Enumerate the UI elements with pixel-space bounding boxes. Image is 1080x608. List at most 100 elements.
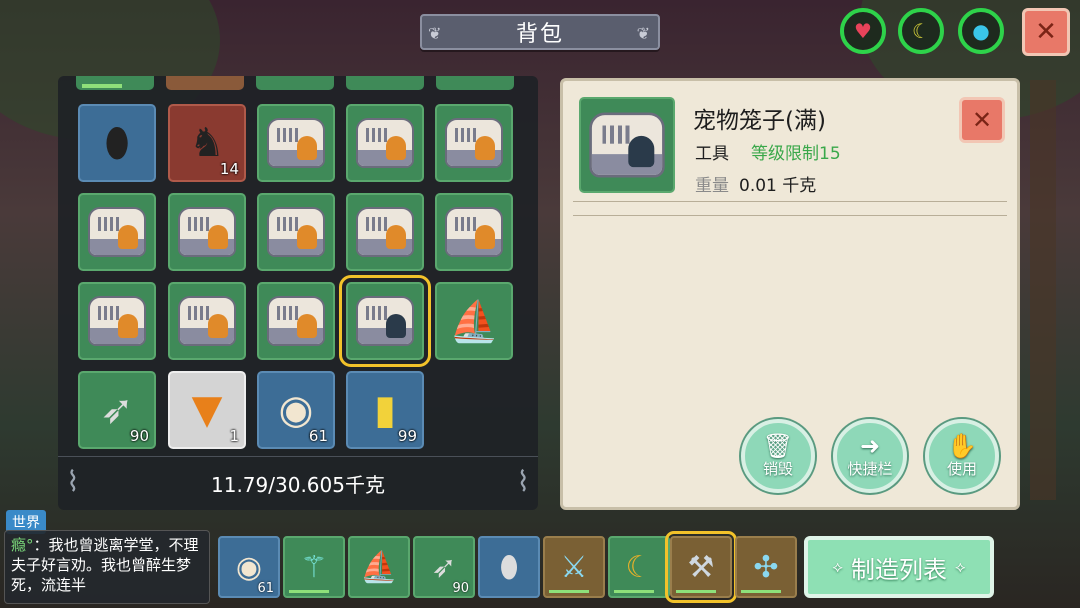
- corner-ornament-icon: ⌇: [66, 465, 80, 498]
- item-type: 工具: [695, 144, 729, 164]
- inventory-slot[interactable]: ♞ 14: [168, 104, 246, 182]
- inventory-slot[interactable]: ◉ 61: [257, 371, 335, 449]
- close-icon: ✕: [971, 106, 993, 134]
- item-count: 14: [219, 160, 239, 178]
- inventory-slot[interactable]: [435, 193, 513, 271]
- inventory-slot[interactable]: ▼ 1: [168, 371, 246, 449]
- crystal-staff-icon: ⚚: [300, 549, 328, 585]
- water-drop-icon: ●: [972, 19, 990, 43]
- chat-message: ：我也曾逃离学堂，不理夫子好言劝。我也曾醉生梦死，流连半: [11, 536, 199, 594]
- close-icon: ✕: [1035, 17, 1057, 47]
- destroy-button[interactable]: 🗑 销毁: [741, 419, 815, 493]
- inventory-slot[interactable]: [346, 193, 424, 271]
- inventory-slot[interactable]: [78, 282, 156, 360]
- inventory-slot[interactable]: [257, 193, 335, 271]
- inventory-slot[interactable]: [256, 76, 334, 90]
- hotbar-button[interactable]: ➜ 快捷栏: [833, 419, 907, 493]
- item-count: 61: [308, 427, 328, 445]
- hotbar-slot[interactable]: ☾: [608, 536, 670, 598]
- pet-food-bag-icon: ▮: [373, 387, 396, 433]
- item-detail-icon: [579, 97, 675, 193]
- item-name: 宠物笼子(满): [693, 108, 826, 134]
- inventory-slot-selected[interactable]: [339, 275, 431, 367]
- inventory-slot[interactable]: [346, 104, 424, 182]
- close-detail-button[interactable]: ✕: [959, 97, 1005, 143]
- scrolled-row-partial: [76, 76, 516, 92]
- inventory-slot[interactable]: [257, 282, 335, 360]
- hotbar-slot[interactable]: ✣: [735, 536, 797, 598]
- pickaxe-icon: ⚒: [687, 549, 715, 585]
- steamed-buns-icon: ◉: [235, 549, 263, 585]
- title-text: 背包: [515, 22, 564, 47]
- pet-cage-icon: [445, 118, 503, 168]
- close-button[interactable]: ✕: [1022, 8, 1070, 56]
- pet-cage-full-icon: [589, 112, 665, 178]
- pet-cage-icon: [178, 296, 236, 346]
- hotbar-slot[interactable]: ➶ 90: [413, 536, 475, 598]
- page-title: ❦ 背包 ❦: [420, 14, 660, 50]
- item-count: 90: [452, 581, 469, 596]
- inventory-slot[interactable]: [76, 76, 154, 90]
- heart-icon: ♥: [854, 19, 872, 43]
- hand-icon: ✋: [947, 431, 977, 460]
- destroy-label: 销毁: [762, 459, 793, 478]
- crafting-list-button[interactable]: ⟡ 制造列表 ⟡: [804, 536, 994, 598]
- crystal-sword-icon: ⚔: [560, 549, 588, 585]
- inventory-slot[interactable]: [435, 104, 513, 182]
- inventory-slot[interactable]: [166, 76, 244, 90]
- stone-disc-icon: ⬮: [499, 549, 519, 585]
- pet-cage-icon: [267, 207, 325, 257]
- item-count: 1: [229, 427, 239, 445]
- inventory-slot[interactable]: [168, 193, 246, 271]
- background-trunk: [1030, 80, 1056, 500]
- pet-cage-icon: [356, 207, 414, 257]
- pet-cage-icon: [356, 118, 414, 168]
- inventory-slot[interactable]: ⬮: [78, 104, 156, 182]
- hotbar-slot[interactable]: ◉ 61: [218, 536, 280, 598]
- banana-boat-icon: ☾: [625, 549, 653, 585]
- pet-cage-icon: [267, 296, 325, 346]
- pet-cage-icon: [88, 296, 146, 346]
- divider: [573, 215, 1007, 216]
- health-indicator: ♥: [840, 8, 886, 54]
- hotbar-slot[interactable]: ⛵: [348, 536, 410, 598]
- inventory-slot[interactable]: ➶ 90: [78, 371, 156, 449]
- ornament-left-icon: ⟡: [832, 557, 843, 576]
- hotbar-slot[interactable]: ⚔: [543, 536, 605, 598]
- canoe-icon: ⛵: [360, 549, 398, 585]
- pet-cage-icon: [445, 207, 503, 257]
- chat-box[interactable]: 瘾°：我也曾逃离学堂，不理夫子好言劝。我也曾醉生梦死，流连半: [4, 530, 210, 604]
- inventory-slot[interactable]: [168, 282, 246, 360]
- swirl-ornament-icon: ❦: [636, 24, 652, 43]
- swirl-ornament-icon: ❦: [428, 24, 444, 43]
- inventory-slot[interactable]: ▮ 99: [346, 371, 424, 449]
- use-label: 使用: [946, 459, 977, 478]
- inventory-slot[interactable]: ⛵: [435, 282, 513, 360]
- stone-disc-icon: ⬮: [104, 120, 130, 166]
- carrot-icon: ▼: [191, 387, 223, 433]
- pet-cage-icon: [88, 207, 146, 257]
- inventory-slot[interactable]: [436, 76, 514, 90]
- hotbar-slot[interactable]: ⬮: [478, 536, 540, 598]
- weight-text: 11.79/30.605千克: [211, 473, 385, 497]
- ornament-right-icon: ⟡: [955, 557, 966, 576]
- inventory-slot[interactable]: [346, 76, 424, 90]
- hotbar-slot-selected[interactable]: ⚒: [665, 531, 737, 603]
- inventory-slot[interactable]: [78, 193, 156, 271]
- use-button[interactable]: ✋ 使用: [925, 419, 999, 493]
- hunger-indicator: ☾: [898, 8, 944, 54]
- item-weight-value: 0.01 千克: [739, 176, 817, 196]
- arrow-left-icon: ➜: [859, 431, 881, 460]
- weight-summary: ⌇ 11.79/30.605千克 ⌇: [58, 456, 538, 510]
- item-count: 90: [129, 427, 149, 445]
- item-level-requirement: 等级限制15: [751, 144, 841, 164]
- thirst-indicator: ●: [958, 8, 1004, 54]
- item-weight-label: 重量: [695, 176, 729, 196]
- pet-cage-icon: [178, 207, 236, 257]
- divider: [573, 201, 1007, 202]
- item-count: 99: [397, 427, 417, 445]
- arrows-icon: ➶: [431, 549, 457, 585]
- trash-icon: 🗑: [762, 431, 794, 460]
- inventory-slot[interactable]: [257, 104, 335, 182]
- hotbar-slot[interactable]: ⚚: [283, 536, 345, 598]
